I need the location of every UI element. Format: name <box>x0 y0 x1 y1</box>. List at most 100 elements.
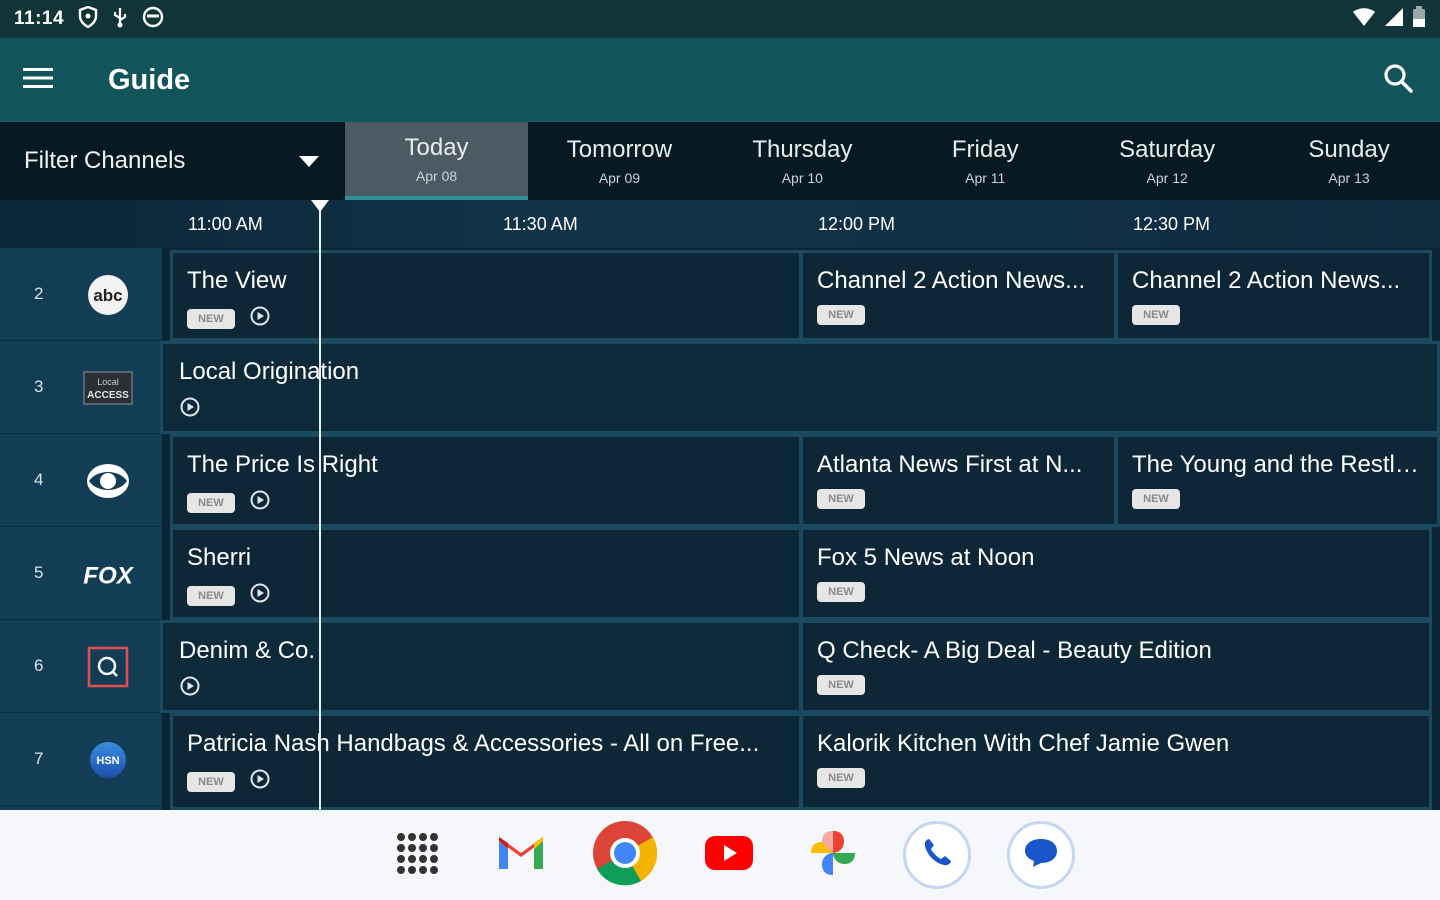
program-cell[interactable]: Atlanta News First at N... NEW <box>800 434 1117 527</box>
program-title: Q Check- A Big Deal - Beauty Edition <box>817 637 1212 664</box>
tab-thursday[interactable]: Thursday Apr 10 <box>710 122 894 200</box>
status-time: 11:14 <box>14 8 65 29</box>
chrome-app[interactable] <box>591 820 659 891</box>
channel-number: 3 <box>34 377 44 396</box>
tab-day-date: Apr 11 <box>965 170 1006 186</box>
replay-icon <box>179 675 201 702</box>
tab-tomorrow[interactable]: Tomorrow Apr 09 <box>528 122 710 200</box>
fox-logo: FOX <box>82 551 134 597</box>
channel-row[interactable]: 4 <box>0 434 162 527</box>
photos-app[interactable] <box>799 821 867 889</box>
new-badge: NEW <box>817 489 865 509</box>
svg-text:Local: Local <box>97 377 119 387</box>
svg-text:HSN: HSN <box>96 755 119 767</box>
program-cell[interactable]: Denim & Co. <box>160 620 802 713</box>
channel-row[interactable]: 5 FOX <box>0 527 162 620</box>
program-cell[interactable]: Patricia Nash Handbags & Accessories - A… <box>170 713 802 810</box>
cbs-eye-logo <box>82 458 134 504</box>
hsn-logo: HSN <box>82 737 134 783</box>
tab-saturday[interactable]: Saturday Apr 12 <box>1076 122 1258 200</box>
face-icon <box>142 6 164 33</box>
menu-button[interactable] <box>0 38 76 122</box>
channel-row[interactable]: 7 HSN <box>0 713 162 806</box>
battery-icon <box>1412 5 1426 33</box>
program-title: Channel 2 Action News... <box>1132 267 1401 294</box>
program-title: Patricia Nash Handbags & Accessories - A… <box>187 730 760 757</box>
shield-icon <box>78 5 98 33</box>
tab-today[interactable]: Today Apr 08 <box>344 122 529 200</box>
channel-number: 2 <box>34 284 44 303</box>
status-bar: 11:14 <box>0 0 1440 38</box>
page-title: Guide <box>108 63 191 96</box>
tab-friday[interactable]: Friday Apr 11 <box>894 122 1076 200</box>
program-cell[interactable]: Channel 2 Action News... NEW <box>1115 250 1432 341</box>
phone-icon <box>917 833 957 878</box>
chrome-icon <box>592 820 658 891</box>
new-badge: NEW <box>817 305 865 325</box>
tab-sunday[interactable]: Sunday Apr 13 <box>1258 122 1440 200</box>
youtube-app[interactable] <box>695 821 763 889</box>
apps-grid-button[interactable] <box>383 821 451 889</box>
program-title: The Price Is Right <box>187 451 378 478</box>
filter-channels-dropdown[interactable]: Filter Channels <box>0 122 345 200</box>
svg-text:ACCESS: ACCESS <box>87 390 129 401</box>
tab-day-name: Friday <box>951 136 1019 163</box>
program-cell[interactable]: Channel 2 Action News... NEW <box>800 250 1117 341</box>
new-badge: NEW <box>187 585 235 606</box>
program-cell[interactable]: The Price Is Right NEW <box>170 434 802 527</box>
replay-icon <box>249 489 271 516</box>
program-title: Channel 2 Action News... <box>817 267 1086 294</box>
time-header: 11:00 AM 11:30 AM 12:00 PM 12:30 PM <box>0 200 1440 248</box>
messages-app[interactable] <box>1007 821 1075 889</box>
program-title: Atlanta News First at N... <box>817 451 1083 478</box>
program-cell[interactable]: Kalorik Kitchen With Chef Jamie Gwen NEW <box>800 713 1432 810</box>
tab-day-date: Apr 12 <box>1146 170 1188 186</box>
signal-icon <box>1384 7 1404 32</box>
channel-row[interactable]: 3 Local ACCESS <box>0 341 162 434</box>
gmail-icon <box>496 833 546 878</box>
channel-row[interactable]: 2 abc <box>0 248 162 341</box>
abc-logo: abc <box>82 272 134 318</box>
program-cell[interactable]: Q Check- A Big Deal - Beauty Edition NEW <box>800 620 1432 713</box>
app-bar: Guide <box>0 38 1440 122</box>
replay-icon <box>249 305 271 332</box>
phone-app[interactable] <box>903 821 971 889</box>
program-cell[interactable]: The Young and the Restless NEW <box>1115 434 1440 527</box>
program-cell[interactable]: Local Origination <box>160 341 1440 434</box>
current-time-marker-icon <box>311 200 329 212</box>
photos-icon <box>805 825 861 886</box>
usb-icon <box>112 6 128 33</box>
replay-icon <box>179 396 201 423</box>
program-cell[interactable]: The View NEW <box>170 250 802 341</box>
new-badge: NEW <box>1132 489 1180 509</box>
new-badge: NEW <box>817 675 865 695</box>
day-tabs-bar: Filter Channels Today Apr 08 Tomorrow Ap… <box>0 122 1440 200</box>
program-cell[interactable]: Fox 5 News at Noon NEW <box>800 527 1432 620</box>
tab-day-name: Today <box>404 134 469 161</box>
wifi-icon <box>1352 7 1376 32</box>
messages-icon <box>1021 833 1061 878</box>
program-cell[interactable]: Sherri NEW <box>170 527 802 620</box>
program-title: Fox 5 News at Noon <box>817 544 1035 571</box>
tab-day-name: Saturday <box>1119 136 1216 163</box>
tab-day-date: Apr 09 <box>598 170 641 186</box>
channel-number: 4 <box>34 470 44 489</box>
apps-grid-icon <box>395 831 439 880</box>
app-dock <box>0 810 1440 900</box>
new-badge: NEW <box>1132 305 1180 325</box>
time-slot-label: 11:00 AM <box>188 214 263 234</box>
tab-day-date: Apr 08 <box>415 168 458 184</box>
tab-day-name: Thursday <box>752 136 853 163</box>
tab-day-name: Tomorrow <box>566 136 673 163</box>
new-badge: NEW <box>817 582 865 602</box>
program-title: Sherri <box>187 544 252 571</box>
channel-row[interactable]: 6 <box>0 620 162 713</box>
search-button[interactable] <box>1356 38 1440 122</box>
time-slot-label: 12:30 PM <box>1133 214 1211 234</box>
search-icon <box>1383 63 1413 98</box>
svg-text:FOX: FOX <box>83 562 134 589</box>
youtube-icon <box>704 835 754 876</box>
gmail-app[interactable] <box>487 821 555 889</box>
time-slot-label: 12:00 PM <box>818 214 896 234</box>
local-access-logo: Local ACCESS <box>82 365 134 411</box>
